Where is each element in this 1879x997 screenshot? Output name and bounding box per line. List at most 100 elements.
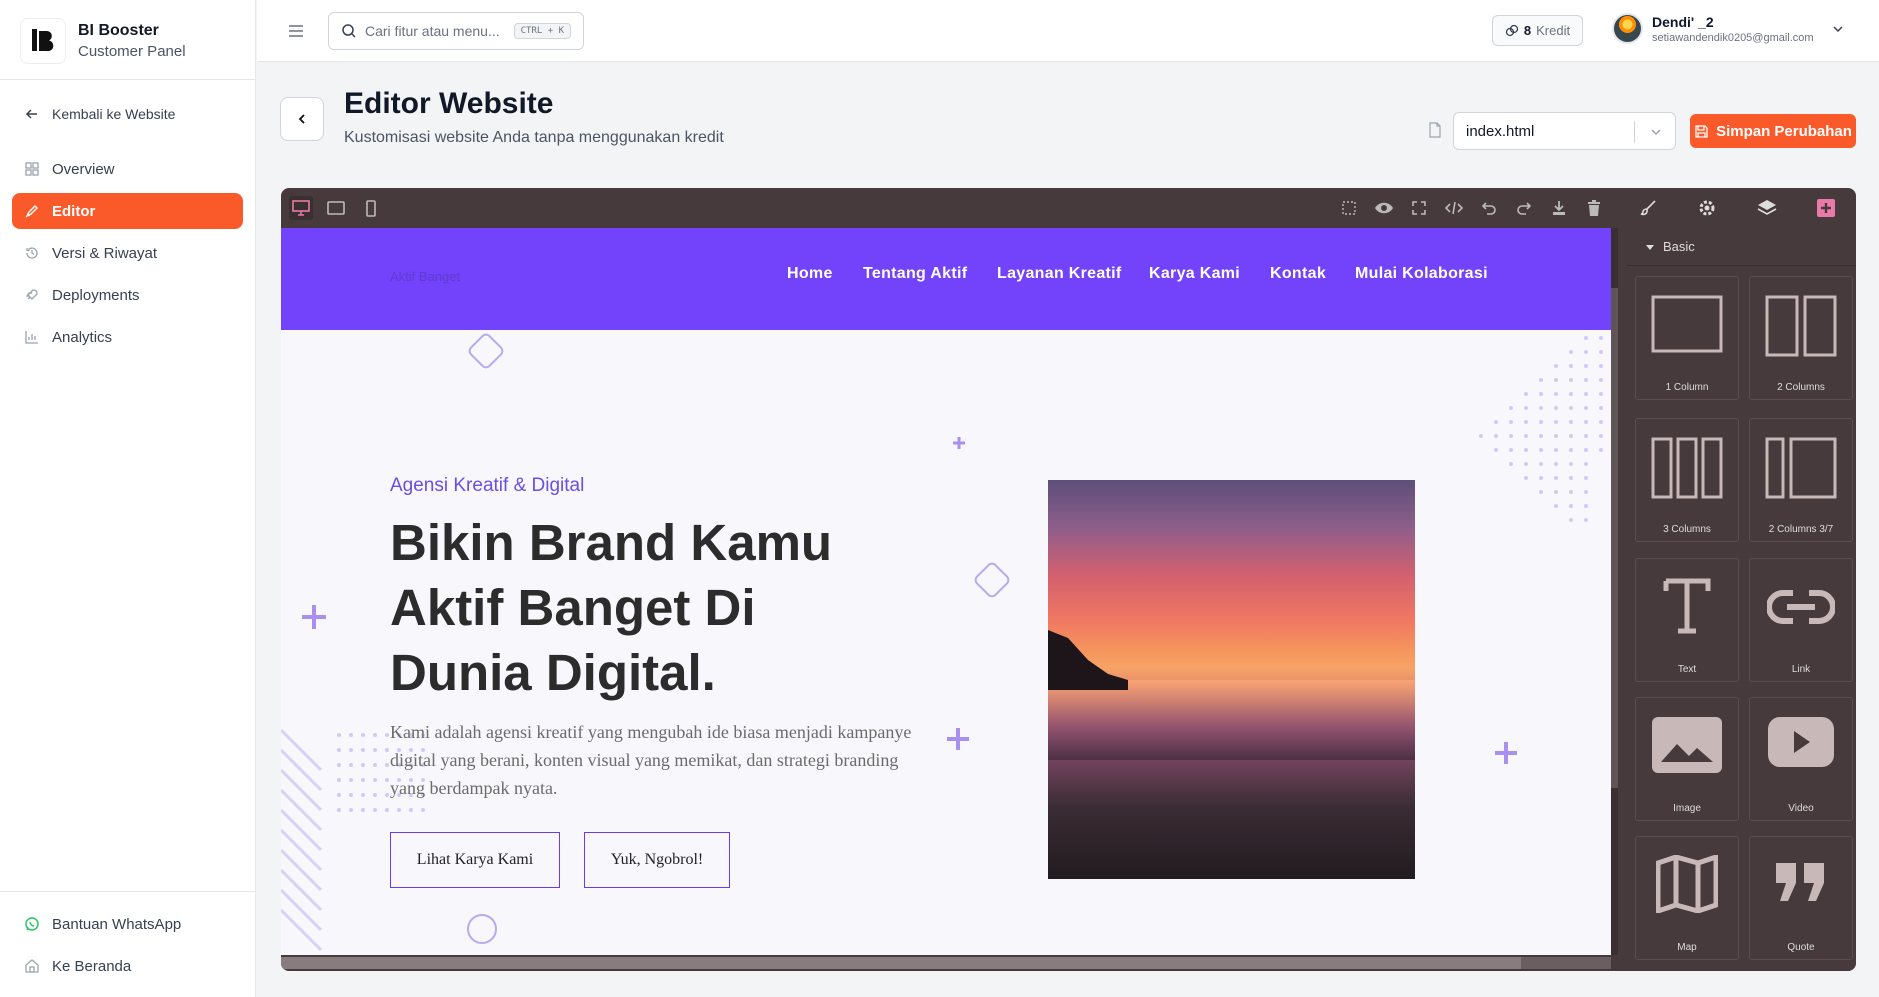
- block-2-columns-3-7[interactable]: 2 Columns 3/7: [1749, 418, 1853, 542]
- sidebar-item-analytics[interactable]: Analytics: [12, 319, 243, 355]
- back-to-website-link[interactable]: Kembali ke Website: [12, 96, 243, 132]
- redo-button[interactable]: [1512, 196, 1536, 220]
- layers-icon: [1757, 200, 1777, 215]
- vertical-scrollbar[interactable]: [1611, 228, 1618, 955]
- site-menu-item[interactable]: Mulai Kolaborasi: [1355, 265, 1488, 283]
- sidebar-item-label: Versi & Riwayat: [52, 244, 158, 262]
- back-button[interactable]: [280, 97, 324, 141]
- block-text[interactable]: Text: [1635, 558, 1739, 682]
- three-columns-icon: [1651, 437, 1723, 499]
- whatsapp-help-link[interactable]: Bantuan WhatsApp: [12, 906, 243, 942]
- rocket-icon: [25, 289, 38, 300]
- block-video[interactable]: Video: [1749, 697, 1853, 821]
- dashed-square-icon: [1342, 201, 1356, 215]
- block-label: Video: [1788, 803, 1814, 814]
- sidebar-item-editor[interactable]: Editor: [12, 193, 243, 229]
- download-icon: [1553, 201, 1565, 215]
- block-3-columns[interactable]: 3 Columns: [1635, 418, 1739, 542]
- back-label: Kembali ke Website: [52, 106, 176, 122]
- sidebar-item-overview[interactable]: Overview: [12, 151, 243, 187]
- home-link[interactable]: Ke Beranda: [12, 948, 243, 984]
- block-map[interactable]: Map: [1635, 836, 1739, 960]
- clear-canvas-button[interactable]: [1582, 196, 1606, 220]
- code-icon: [1444, 201, 1464, 215]
- whatsapp-label: Bantuan WhatsApp: [52, 915, 182, 933]
- site-menu-item[interactable]: Karya Kami: [1149, 265, 1240, 283]
- tablet-icon: [327, 201, 345, 215]
- hero-tagline[interactable]: Agensi Kreatif & Digital: [390, 475, 584, 497]
- site-menu-item[interactable]: Layanan Kreatif: [997, 265, 1122, 283]
- two-columns-icon: [1765, 295, 1837, 357]
- block-label: 2 Columns: [1777, 382, 1825, 393]
- hero-paragraph[interactable]: Kami adalah agensi kreatif yang mengubah…: [390, 718, 920, 802]
- site-menu-item[interactable]: Tentang Aktif: [863, 265, 967, 283]
- site-menu-item[interactable]: Home: [787, 265, 833, 283]
- brand[interactable]: BI Booster Customer Panel: [20, 18, 186, 64]
- layer-manager-tab[interactable]: [1737, 188, 1797, 228]
- view-code-button[interactable]: [1442, 196, 1466, 220]
- desktop-icon: [292, 200, 310, 216]
- chevron-left-icon: [298, 114, 305, 124]
- export-button[interactable]: [1547, 196, 1571, 220]
- style-manager-tab[interactable]: [1618, 188, 1678, 228]
- blocks-category-label: Basic: [1663, 239, 1695, 254]
- divider: [0, 891, 256, 892]
- search-icon: [342, 24, 356, 38]
- user-menu[interactable]: Dendi' _2 setiawandendik0205@gmail.com: [1612, 13, 1845, 44]
- block-link[interactable]: Link: [1749, 558, 1853, 682]
- device-tablet-button[interactable]: [324, 196, 348, 220]
- sidebar-item-label: Analytics: [52, 328, 113, 346]
- hero-image-cliff: [1048, 630, 1128, 690]
- menu-toggle-button[interactable]: [287, 22, 305, 40]
- chevron-down-icon: [1833, 25, 1843, 32]
- editor-toolbar: [281, 188, 1611, 228]
- hero-image[interactable]: [1048, 480, 1415, 879]
- block-2-columns[interactable]: 2 Columns: [1749, 276, 1853, 400]
- blocks-category-header[interactable]: Basic: [1627, 228, 1856, 266]
- horizontal-scrollbar[interactable]: [281, 957, 1611, 969]
- sidebar-item-versions[interactable]: Versi & Riwayat: [12, 235, 243, 271]
- block-label: Map: [1677, 942, 1697, 953]
- site-brand[interactable]: Aktif Banget: [390, 269, 460, 284]
- block-image[interactable]: Image: [1635, 697, 1739, 821]
- file-select[interactable]: index.html: [1453, 112, 1676, 150]
- trait-settings-tab[interactable]: [1678, 188, 1738, 228]
- file-select-value: index.html: [1466, 122, 1535, 140]
- credits-value: 8: [1523, 23, 1532, 38]
- hero-primary-button[interactable]: Lihat Karya Kami: [390, 832, 560, 888]
- credits-badge[interactable]: 8 Kredit: [1492, 15, 1583, 46]
- sidebar-item-label: Deployments: [52, 286, 140, 304]
- brand-logo: [20, 18, 66, 64]
- hamburger-icon: [289, 25, 303, 37]
- show-borders-button[interactable]: [1337, 196, 1361, 220]
- block-1-column[interactable]: 1 Column: [1635, 276, 1739, 400]
- sidebar-item-label: Overview: [52, 160, 115, 178]
- device-desktop-button[interactable]: [289, 196, 313, 220]
- search-input[interactable]: Cari fitur atau menu... CTRL + K: [328, 12, 584, 50]
- credits-label: Kredit: [1536, 23, 1571, 38]
- save-icon: [1695, 124, 1708, 138]
- save-button[interactable]: Simpan Perubahan: [1690, 114, 1856, 148]
- panel-tabs: [1618, 188, 1856, 228]
- sidebar-item-deployments[interactable]: Deployments: [12, 277, 243, 313]
- brand-subtitle: Customer Panel: [78, 43, 186, 60]
- site-editor: Aktif Banget Home Tentang Aktif Layanan …: [281, 188, 1856, 971]
- file-icon: [1428, 122, 1442, 138]
- eye-icon: [1375, 202, 1393, 214]
- hero-secondary-button[interactable]: Yuk, Ngobrol!: [584, 832, 730, 888]
- blocks-tab[interactable]: [1797, 188, 1857, 228]
- fullscreen-button[interactable]: [1407, 196, 1431, 220]
- grid-icon: [25, 162, 39, 176]
- save-label: Simpan Perubahan: [1716, 122, 1852, 140]
- undo-button[interactable]: [1477, 196, 1501, 220]
- editor-canvas[interactable]: Aktif Banget Home Tentang Aktif Layanan …: [281, 228, 1611, 955]
- preview-button[interactable]: [1372, 196, 1396, 220]
- block-label: 2 Columns 3/7: [1768, 524, 1834, 535]
- site-navbar: Aktif Banget Home Tentang Aktif Layanan …: [281, 228, 1611, 330]
- hero-headline[interactable]: Bikin Brand Kamu Aktif Banget Di Dunia D…: [390, 510, 910, 705]
- quote-icon: [1776, 863, 1824, 901]
- site-menu-item[interactable]: Kontak: [1270, 265, 1326, 283]
- block-quote[interactable]: Quote: [1749, 836, 1853, 960]
- device-mobile-button[interactable]: [359, 196, 383, 220]
- paint-brush-icon: [1640, 200, 1656, 216]
